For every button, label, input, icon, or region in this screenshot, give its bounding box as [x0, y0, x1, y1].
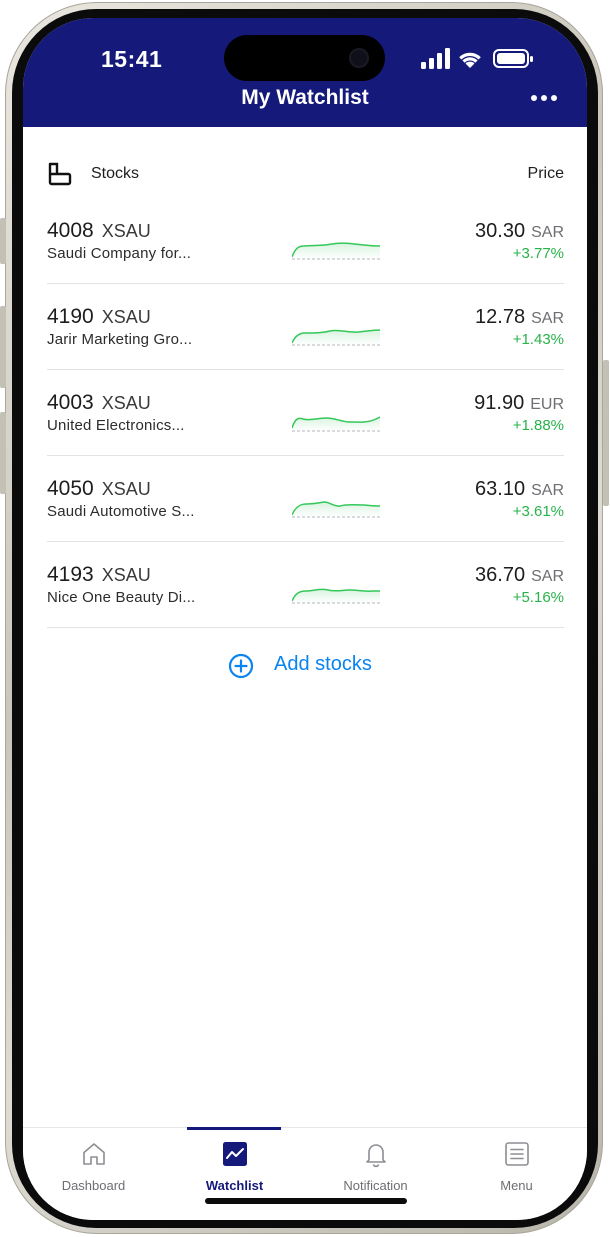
list-header: Stocks Price [47, 160, 564, 190]
stock-change: +1.88% [512, 417, 564, 434]
side-button-mute [0, 218, 6, 264]
watchlist: 4008 XSAU Saudi Company for... 30.30 SAR +… [47, 198, 564, 628]
cellular-signal-icon [421, 48, 450, 69]
stock-market: XSAU [101, 479, 151, 499]
tab-label: Watchlist [205, 1178, 264, 1193]
stock-row[interactable]: 4008 XSAU Saudi Company for... 30.30 SAR +… [47, 198, 564, 284]
stock-name: Saudi Company for... [47, 245, 192, 262]
side-button-volume-down [0, 412, 6, 494]
stock-name: Jarir Marketing Gro... [47, 331, 193, 348]
stock-currency: SAR [531, 224, 564, 241]
wifi-icon [459, 52, 481, 68]
app-header: 15:41 My Watchlist [23, 18, 587, 127]
stock-price: 12.78 [475, 306, 526, 328]
stock-currency: SAR [531, 568, 564, 585]
stock-name: Nice One Beauty Di... [47, 589, 196, 606]
stock-code: 4190 [47, 305, 94, 328]
tab-dashboard[interactable]: Dashboard [23, 1128, 164, 1220]
tab-label: Menu [500, 1178, 533, 1193]
tab-watchlist[interactable]: Watchlist [164, 1128, 305, 1220]
add-stocks-label: Add stocks [274, 653, 372, 675]
home-icon [83, 1143, 105, 1165]
stock-price: 91.90 [474, 392, 525, 414]
sparkline-chart [292, 501, 380, 518]
sparkline-chart [292, 588, 380, 604]
stock-row[interactable]: 4050 XSAU Saudi Automotive S... 63.10 SAR … [47, 456, 564, 542]
stock-change: +3.61% [512, 503, 564, 520]
home-indicator[interactable] [205, 1198, 407, 1204]
stock-change: +1.43% [512, 331, 564, 348]
stock-name: United Electronics... [47, 417, 185, 434]
stock-market: XSAU [101, 393, 151, 413]
stock-price: 63.10 [475, 478, 526, 500]
dot-icon [531, 95, 537, 101]
stock-change: +3.77% [512, 245, 564, 262]
stock-market: XSAU [101, 221, 151, 241]
price-column-label: Price [527, 165, 564, 182]
dot-icon [541, 95, 547, 101]
tab-label: Dashboard [61, 1178, 126, 1193]
more-options-button[interactable] [531, 95, 559, 103]
stocks-column-label: Stocks [91, 165, 140, 182]
stock-price: 36.70 [475, 564, 526, 586]
stock-currency: SAR [531, 310, 564, 327]
sparkline-chart [292, 416, 380, 432]
stock-market: XSAU [101, 565, 151, 585]
stock-row[interactable]: 4003 XSAU United Electronics... 91.90 EUR … [47, 370, 564, 456]
tab-notification[interactable]: Notification [305, 1128, 446, 1220]
battery-icon [493, 49, 533, 68]
stock-market: XSAU [101, 307, 151, 327]
stock-change: +5.16% [512, 589, 564, 606]
stock-row[interactable]: 4193 XSAU Nice One Beauty Di... 36.70 SAR … [47, 542, 564, 628]
status-time: 15:41 [101, 46, 163, 72]
stocks-icon [48, 162, 72, 186]
screen: 15:41 My Watchlist Stocks Price 4008 XSA… [23, 18, 587, 1220]
stock-currency: EUR [530, 396, 564, 413]
dynamic-island [224, 35, 385, 81]
list-icon [505, 1142, 529, 1166]
tab-bar: Dashboard Watchlist Notification Menu [23, 1127, 587, 1220]
stock-code: 4003 [47, 391, 94, 414]
stock-name: Saudi Automotive S... [47, 503, 195, 520]
dot-icon [551, 95, 557, 101]
side-button-volume-up [0, 306, 6, 388]
stock-currency: SAR [531, 482, 564, 499]
stock-row[interactable]: 4190 XSAU Jarir Marketing Gro... 12.78 SAR… [47, 284, 564, 370]
sparkline-chart [292, 329, 380, 346]
tab-menu[interactable]: Menu [446, 1128, 587, 1220]
status-icons [421, 48, 533, 69]
sparkline-chart [292, 242, 380, 260]
stock-code: 4008 [47, 219, 94, 242]
chart-line-icon [223, 1142, 247, 1166]
page-title: My Watchlist [241, 86, 369, 109]
tab-label: Notification [343, 1178, 408, 1193]
bell-icon [366, 1144, 386, 1168]
stock-code: 4193 [47, 563, 94, 586]
plus-circle-icon [228, 653, 254, 679]
stock-price: 30.30 [475, 220, 526, 242]
camera-icon [349, 48, 369, 68]
stock-code: 4050 [47, 477, 94, 500]
side-button-power [603, 360, 609, 506]
